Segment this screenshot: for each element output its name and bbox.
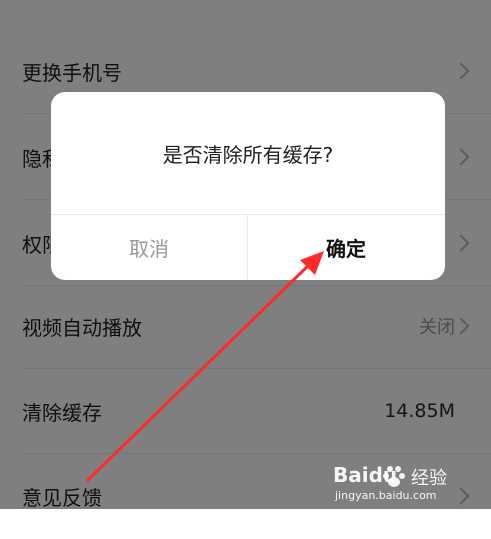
annotation-arrow [86, 251, 324, 482]
watermark-text: 经验 [411, 468, 447, 489]
annotation-arrow-line [86, 260, 314, 482]
baidu-jingyan-watermark: Baidu 经验 jingyan.baidu.com [333, 461, 483, 505]
watermark-url: jingyan.baidu.com [335, 489, 437, 502]
baidu-paw-logo: Baidu [333, 463, 405, 487]
